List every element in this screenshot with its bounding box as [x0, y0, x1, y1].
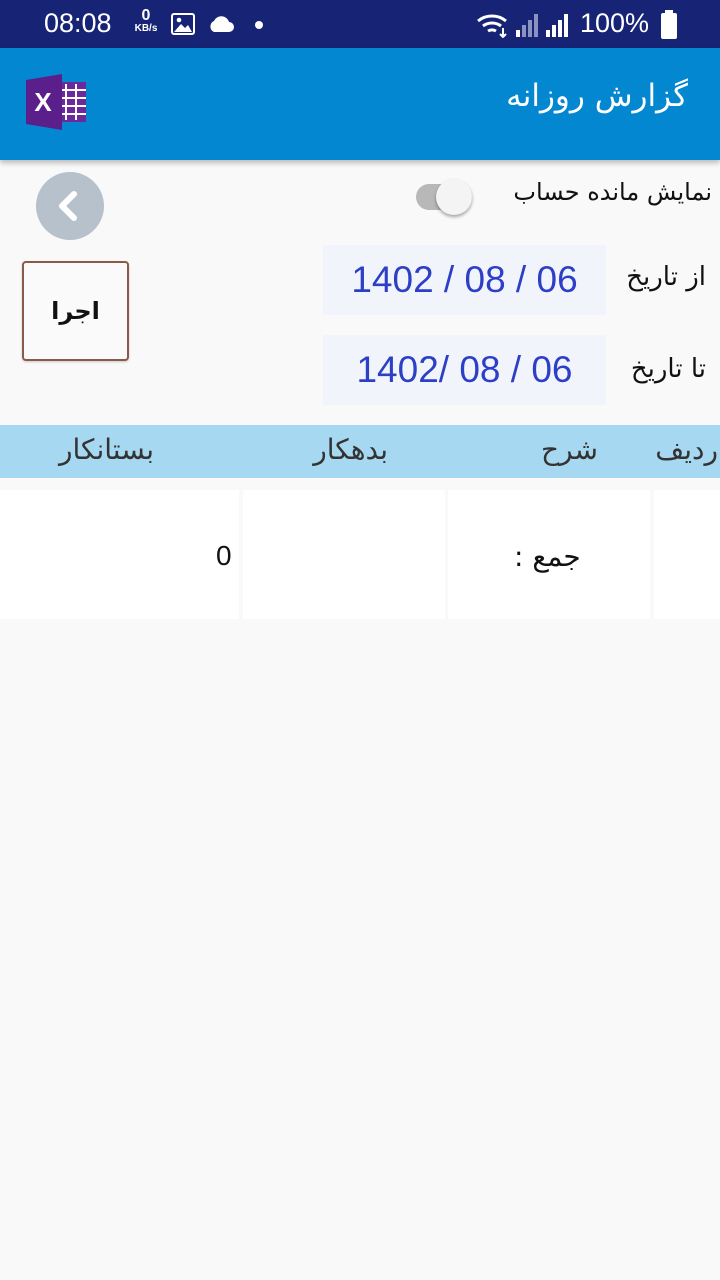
- show-balance-toggle[interactable]: [414, 179, 478, 215]
- signal-icon: [546, 14, 568, 37]
- row-number-cell: [654, 490, 720, 619]
- show-balance-label: نمایش مانده حساب: [513, 178, 712, 206]
- excel-export-icon[interactable]: X: [24, 74, 88, 130]
- page-title: گزارش روزانه: [506, 78, 688, 114]
- column-header-debit: بدهکار: [313, 433, 388, 466]
- total-label: جمع :: [514, 540, 581, 573]
- app-bar: X گزارش روزانه: [0, 48, 720, 160]
- table-header: ردیف شرح بدهکار بستانکار: [0, 425, 720, 478]
- from-date-label: از تاریخ: [626, 262, 706, 292]
- status-bar: 08:08 0 KB/s 100%: [0, 0, 720, 48]
- back-button[interactable]: [34, 170, 106, 242]
- gallery-icon: [171, 13, 195, 35]
- column-header-description: شرح: [541, 433, 598, 466]
- wifi-icon: [477, 14, 507, 38]
- description-cell: جمع :: [448, 490, 650, 619]
- column-header-row: ردیف: [655, 433, 718, 466]
- cloud-icon: [210, 16, 234, 32]
- signal-icon: [516, 14, 538, 37]
- credit-cell: 0: [0, 490, 239, 619]
- status-time: 08:08: [44, 8, 112, 38]
- battery-icon: [661, 10, 677, 39]
- svg-text:X: X: [34, 87, 52, 117]
- to-date-label: تا تاریخ: [630, 354, 706, 384]
- total-credit: 0: [216, 540, 232, 571]
- dot-icon: [255, 21, 263, 29]
- table-row: جمع : 0: [0, 478, 720, 619]
- run-button[interactable]: اجرا: [22, 261, 129, 361]
- battery-percent: 100%: [580, 8, 650, 38]
- from-date-field[interactable]: 1402 / 08 / 06: [323, 245, 606, 315]
- network-speed: 0 KB/s: [134, 7, 158, 34]
- to-date-field[interactable]: 1402/ 08 / 06: [323, 335, 606, 405]
- debit-cell: [243, 490, 445, 619]
- column-header-credit: بستانکار: [58, 433, 154, 466]
